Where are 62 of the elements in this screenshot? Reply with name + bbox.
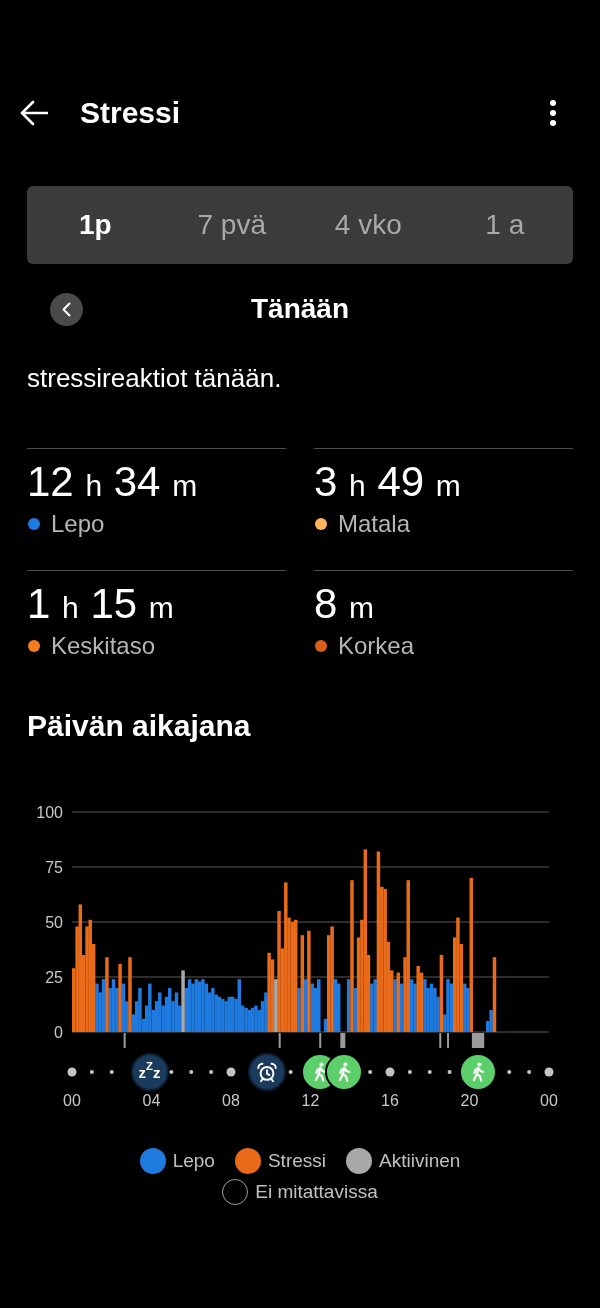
period-tab[interactable]: 7 pvä <box>163 186 300 264</box>
timeline-dot <box>209 1070 214 1074</box>
period-tab[interactable]: 1 a <box>436 186 573 264</box>
period-tab[interactable]: 4 vko <box>300 186 437 264</box>
legend-label: Aktiivinen <box>379 1149 461 1173</box>
stat-label: Matala <box>338 509 411 539</box>
x-axis-label: 00 <box>540 1092 558 1109</box>
alarm-clock-icon <box>248 1053 287 1091</box>
y-axis-label: 75 <box>45 859 63 876</box>
timeline-dot <box>288 1070 293 1074</box>
stat-label: Korkea <box>338 631 415 661</box>
activity-mark <box>447 1033 450 1048</box>
timeline-dot <box>169 1070 174 1074</box>
timeline-dot <box>368 1070 373 1074</box>
timeline-dot <box>527 1070 532 1074</box>
stat-label: Keskitaso <box>51 631 156 661</box>
stat-value: 3 h 49 m <box>314 459 461 507</box>
x-axis-label: 04 <box>142 1092 161 1109</box>
summary-text: stressireaktiot tänään. <box>27 362 283 395</box>
y-axis-label: 100 <box>36 804 63 821</box>
legend-label: Stressi <box>267 1149 326 1173</box>
timeline-dot <box>89 1070 94 1074</box>
y-axis-label: 50 <box>45 914 63 931</box>
arrow-left-icon <box>20 100 48 126</box>
timeline-dot <box>427 1070 432 1074</box>
timeline-dot <box>226 1067 236 1077</box>
x-axis-label: 16 <box>381 1092 399 1109</box>
date-label: Tänään <box>251 292 349 326</box>
more-vertical-icon <box>550 100 556 126</box>
x-axis-label: 12 <box>301 1092 320 1109</box>
y-axis-label: 25 <box>45 969 63 986</box>
x-axis-label: 20 <box>460 1092 479 1109</box>
page-title: Stressi <box>80 95 181 131</box>
x-axis-label: 00 <box>63 1092 81 1109</box>
activity-mark <box>471 1033 485 1048</box>
activity-mark <box>340 1033 346 1048</box>
timeline-dot <box>507 1070 512 1074</box>
stat-label: Lepo <box>51 509 105 539</box>
activity-mark <box>439 1033 442 1048</box>
timeline-dot <box>109 1070 114 1074</box>
section-title: Päivän aikajana <box>27 708 252 744</box>
legend-label: Ei mitattavissa <box>255 1180 378 1204</box>
y-axis-label: 0 <box>54 1024 63 1041</box>
activity-mark <box>319 1033 322 1048</box>
timeline-dot <box>544 1067 554 1077</box>
walking-person-icon <box>324 1053 363 1091</box>
activity-mark <box>278 1033 281 1048</box>
timeline-dot <box>447 1070 452 1074</box>
activity-mark <box>123 1033 126 1048</box>
sleep-badge: z$^{Z}$z <box>130 1053 169 1091</box>
timeline-dot <box>67 1067 77 1077</box>
x-axis-label: 08 <box>222 1092 240 1109</box>
period-tab[interactable]: 1p <box>27 186 164 264</box>
timeline-dot <box>407 1070 412 1074</box>
stat-value: 1 h 15 m <box>27 581 174 629</box>
timeline-dot <box>189 1070 194 1074</box>
timeline-dot <box>385 1067 395 1077</box>
stat-value: 12 h 34 m <box>27 459 198 507</box>
chevron-left-icon <box>62 301 71 317</box>
previous-day-button[interactable] <box>50 292 83 326</box>
stat-value: 8 m <box>314 581 375 629</box>
legend-label: Lepo <box>172 1149 215 1173</box>
